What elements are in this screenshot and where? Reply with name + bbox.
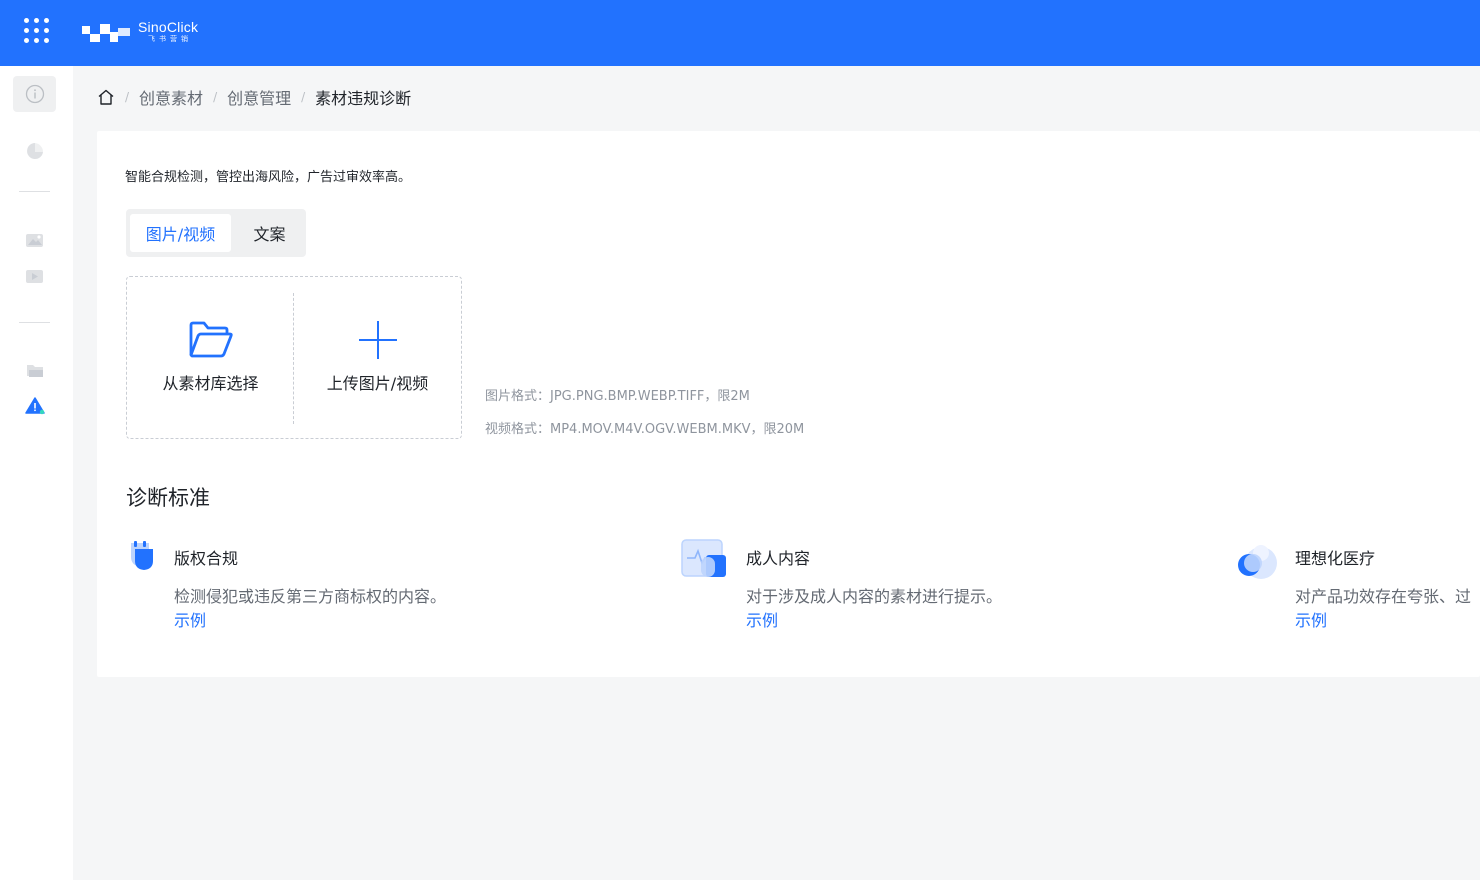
- example-link[interactable]: 示例: [746, 607, 778, 631]
- select-from-library-label: 从素材库选择: [162, 374, 259, 393]
- sidebar-item-folders[interactable]: [13, 352, 56, 388]
- home-icon[interactable]: [97, 88, 115, 106]
- pie-chart-icon: [26, 143, 43, 159]
- breadcrumb-current: 素材违规诊断: [315, 89, 412, 108]
- media-type-tabs: 图片/视频 文案: [126, 209, 306, 257]
- logo-mark-icon: [82, 24, 130, 42]
- folder-open-icon: [189, 321, 233, 358]
- upload-media-button[interactable]: 上传图片/视频: [294, 277, 461, 438]
- video-format-hint: 视频格式：MP4.MOV.M4V.OGV.WEBM.MKV，限20M: [485, 422, 805, 437]
- warning-triangle-icon: [24, 397, 45, 415]
- upload-area: 从素材库选择 上传图片/视频: [126, 276, 462, 439]
- breadcrumb-separator: /: [301, 90, 306, 104]
- tab-copywriting[interactable]: 文案: [237, 214, 302, 252]
- criterion-description: 对产品功效存在夸张、过: [1295, 587, 1472, 606]
- folder-stack-icon: [26, 365, 43, 377]
- sidebar: [0, 66, 73, 880]
- info-circle-icon: [25, 84, 44, 104]
- sidebar-divider: [19, 322, 50, 323]
- criterion-description: 对于涉及成人内容的素材进行提示。: [746, 587, 1003, 606]
- brand-subtitle: 飞书营销: [148, 35, 192, 43]
- criterion-title: 版权合规: [174, 549, 239, 568]
- breadcrumb: / 创意素材 / 创意管理 / 素材违规诊断: [97, 86, 411, 108]
- criterion-description: 检测侵犯或违反第三方商标权的内容。: [174, 587, 447, 606]
- sidebar-item-images[interactable]: [13, 222, 56, 258]
- image-format-hint: 图片格式：JPG.PNG.BMP.WEBP.TIFF，限2M: [485, 389, 750, 404]
- example-link[interactable]: 示例: [1295, 607, 1327, 631]
- criterion-title: 理想化医疗: [1295, 549, 1376, 568]
- sidebar-item-analytics[interactable]: [13, 133, 56, 169]
- breadcrumb-separator: /: [125, 90, 130, 104]
- monitor-pulse-icon: [681, 539, 726, 577]
- breadcrumb-item-creative-assets[interactable]: 创意素材: [139, 85, 203, 109]
- sidebar-divider: [19, 191, 50, 192]
- sidebar-item-violation-diagnosis[interactable]: [13, 388, 56, 424]
- apps-grid-icon[interactable]: [24, 18, 50, 44]
- breadcrumb-separator: /: [213, 90, 218, 104]
- select-from-library-button[interactable]: 从素材库选择: [127, 277, 294, 438]
- upload-media-label: 上传图片/视频: [326, 374, 429, 393]
- main-card: 智能合规检测，管控出海风险，广告过审效率高。 图片/视频 文案 从素材库选择 上…: [97, 131, 1480, 677]
- brand-name: SinoClick: [138, 19, 199, 35]
- page-intro: 智能合规检测，管控出海风险，广告过审效率高。: [125, 170, 412, 185]
- tab-image-video[interactable]: 图片/视频: [130, 214, 231, 252]
- sidebar-item-videos[interactable]: [13, 258, 56, 294]
- top-bar: SinoClick 飞书营销: [0, 0, 1480, 66]
- breadcrumb-item-creative-management[interactable]: 创意管理: [227, 85, 291, 109]
- brand-logo[interactable]: SinoClick 飞书营销: [82, 20, 198, 46]
- shield-icon: [131, 541, 153, 570]
- criterion-title: 成人内容: [746, 549, 811, 568]
- criteria-section-title: 诊断标准: [126, 486, 210, 510]
- example-link[interactable]: 示例: [174, 607, 206, 631]
- sidebar-item-info[interactable]: [13, 76, 56, 112]
- plus-icon: [358, 321, 397, 359]
- image-gallery-icon: [25, 234, 43, 247]
- medical-capsule-icon: [1238, 545, 1277, 579]
- video-card-icon: [25, 270, 43, 283]
